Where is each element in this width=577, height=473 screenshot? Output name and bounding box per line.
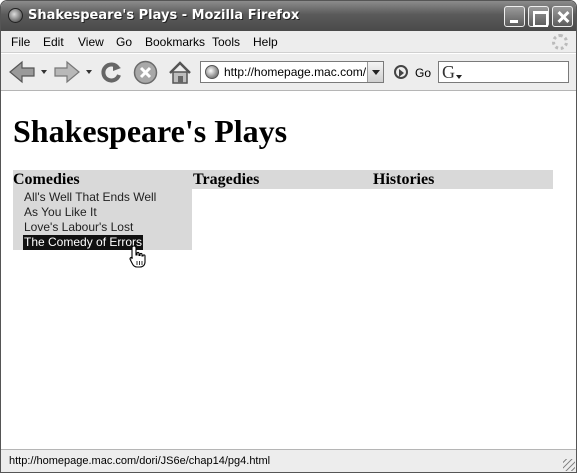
- activity-throbber-icon: [552, 34, 568, 50]
- go-button[interactable]: Go: [415, 66, 431, 80]
- menu-heading-histories[interactable]: Histories: [373, 170, 434, 189]
- back-history-dropdown-icon[interactable]: [41, 70, 47, 74]
- page-favicon-icon: [205, 65, 219, 79]
- search-engine-dropdown-icon[interactable]: [456, 75, 462, 79]
- menu-go[interactable]: Go: [116, 35, 132, 49]
- menu-link-comedy-of-errors[interactable]: The Comedy of Errors: [23, 235, 144, 250]
- stop-icon[interactable]: [133, 60, 158, 85]
- menu-bookmarks[interactable]: Bookmarks: [145, 35, 205, 49]
- address-bar[interactable]: http://homepage.mac.com/d: [200, 61, 384, 83]
- window-title: Shakespeare's Plays - Mozilla Firefox: [28, 8, 300, 23]
- maximize-button[interactable]: [528, 6, 549, 27]
- status-bar: http://homepage.mac.com/dori/JS6e/chap14…: [1, 449, 576, 472]
- hand-pointer-cursor-icon: [129, 245, 146, 268]
- menu-bar: File Edit View Go Bookmarks Tools Help: [1, 31, 576, 53]
- menu-link-loves-labours-lost[interactable]: Love's Labour's Lost: [23, 220, 134, 235]
- status-text: http://homepage.mac.com/dori/JS6e/chap14…: [9, 455, 271, 467]
- menu-link-as-you-like-it[interactable]: As You Like It: [23, 205, 98, 220]
- forward-history-dropdown-icon[interactable]: [86, 70, 92, 74]
- menu-tools[interactable]: Tools: [212, 35, 240, 49]
- address-history-dropdown-button[interactable]: [367, 62, 383, 82]
- category-menu-bar: Comedies Tragedies Histories: [13, 170, 553, 189]
- comedies-dropdown-menu: All's Well That Ends Well As You Like It…: [13, 189, 192, 250]
- minimize-button[interactable]: [504, 6, 525, 27]
- page-content: Shakespeare's Plays Comedies Tragedies H…: [1, 92, 576, 449]
- menu-edit[interactable]: Edit: [43, 35, 64, 49]
- title-bar[interactable]: Shakespeare's Plays - Mozilla Firefox: [1, 1, 576, 31]
- menu-heading-tragedies[interactable]: Tragedies: [193, 170, 259, 189]
- browser-window: Shakespeare's Plays - Mozilla Firefox Fi…: [0, 0, 577, 473]
- search-box[interactable]: G: [438, 61, 569, 83]
- reload-icon[interactable]: [98, 60, 124, 86]
- back-arrow-icon[interactable]: [8, 60, 36, 84]
- menu-heading-comedies[interactable]: Comedies: [13, 170, 80, 189]
- firefox-logo-icon: [8, 8, 23, 23]
- address-input[interactable]: http://homepage.mac.com/d: [224, 65, 366, 79]
- menu-help[interactable]: Help: [253, 35, 278, 49]
- page-title: Shakespeare's Plays: [13, 113, 288, 149]
- home-icon[interactable]: [167, 60, 193, 85]
- close-button[interactable]: [552, 6, 573, 27]
- menu-link-alls-well[interactable]: All's Well That Ends Well: [23, 190, 157, 205]
- go-arrow-icon[interactable]: [394, 65, 408, 79]
- resize-grip-icon[interactable]: [563, 459, 575, 471]
- menu-file[interactable]: File: [11, 35, 30, 49]
- menu-view[interactable]: View: [78, 35, 104, 49]
- search-engine-google-icon[interactable]: G: [442, 63, 455, 81]
- forward-arrow-icon[interactable]: [53, 60, 81, 84]
